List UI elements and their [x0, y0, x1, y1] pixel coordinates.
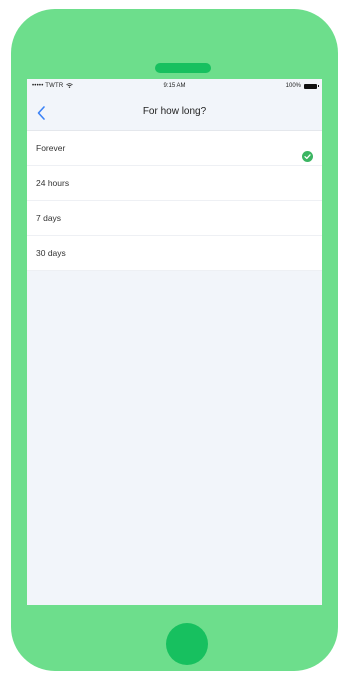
option-label: 30 days	[36, 248, 66, 258]
option-30-days[interactable]: 30 days	[27, 236, 322, 271]
navigation-bar: For how long?	[27, 96, 322, 131]
speaker-slot	[155, 63, 211, 73]
duration-options-list: Forever 24 hours 7 days 30 days	[27, 131, 322, 271]
checkmark-icon	[302, 151, 313, 162]
page-title: For how long?	[142, 106, 207, 117]
option-label: 24 hours	[36, 178, 70, 188]
option-24-hours[interactable]: 24 hours	[27, 166, 322, 201]
home-button[interactable]	[166, 623, 208, 665]
app-screen: ••••• TWTR 9:15 AM 100% For how long? Fo…	[27, 79, 322, 605]
status-time: 9:15 AM	[163, 83, 186, 89]
status-bar: ••••• TWTR 9:15 AM 100%	[27, 79, 322, 96]
battery-percent: 100%	[285, 83, 301, 89]
option-forever[interactable]: Forever	[27, 131, 322, 166]
option-label: Forever	[36, 143, 66, 153]
option-label: 7 days	[36, 213, 62, 223]
option-7-days[interactable]: 7 days	[27, 201, 322, 236]
status-battery: 100%	[285, 83, 319, 89]
battery-icon	[304, 83, 319, 89]
